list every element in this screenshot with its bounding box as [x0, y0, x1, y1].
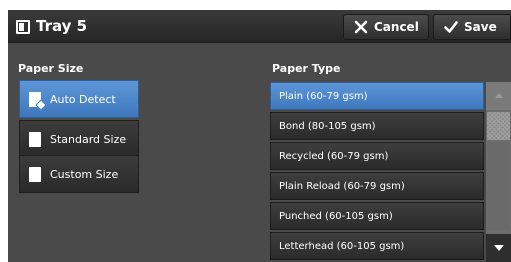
custom-size-button[interactable]: Custom Size — [19, 155, 139, 193]
standard-size-button[interactable]: Standard Size — [19, 120, 139, 158]
scroll-thumb[interactable] — [487, 112, 510, 140]
scroll-down-button[interactable] — [486, 234, 511, 262]
auto-detect-icon — [29, 91, 41, 107]
paper-type-item[interactable]: Punched (60-105 gsm) — [270, 202, 484, 230]
scroll-track[interactable] — [487, 142, 510, 230]
paper-type-item[interactable]: Recycled (60-79 gsm) — [270, 142, 484, 170]
paper-type-item[interactable]: Plain Reload (60-79 gsm) — [270, 172, 484, 200]
scroll-up-button[interactable] — [486, 82, 511, 110]
cancel-button[interactable]: Cancel — [343, 14, 429, 40]
save-button-label: Save — [464, 20, 497, 34]
auto-detect-button[interactable]: Auto Detect — [19, 80, 139, 118]
header-bar: Tray 5 Cancel Save — [8, 10, 511, 43]
paper-type-item[interactable]: Bond (80-105 gsm) — [270, 112, 484, 140]
paper-type-item[interactable]: Letterhead (60-105 gsm) — [270, 232, 484, 260]
paper-size-heading: Paper Size — [18, 62, 84, 75]
tray-settings-screen: Tray 5 Cancel Save Paper Size Paper Type… — [8, 10, 511, 262]
paper-type-scrollbar[interactable] — [486, 82, 511, 262]
checkmark-icon — [444, 20, 458, 34]
page-icon — [29, 166, 41, 182]
cancel-button-label: Cancel — [374, 20, 419, 34]
auto-detect-label: Auto Detect — [50, 92, 116, 106]
x-icon — [354, 20, 368, 34]
page-icon — [29, 131, 41, 147]
paper-type-heading: Paper Type — [272, 62, 341, 75]
paper-type-list: Plain (60-79 gsm) Bond (80-105 gsm) Recy… — [270, 82, 484, 262]
save-button[interactable]: Save — [433, 14, 511, 40]
custom-size-label: Custom Size — [50, 167, 119, 181]
page-title: Tray 5 — [36, 17, 88, 35]
paper-type-item[interactable]: Plain (60-79 gsm) — [270, 82, 484, 110]
tray-icon — [16, 20, 30, 34]
standard-size-label: Standard Size — [50, 132, 127, 146]
